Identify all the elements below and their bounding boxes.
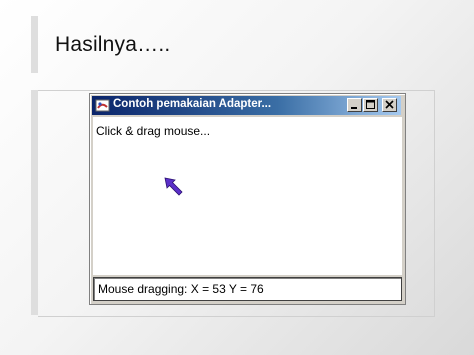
- status-text: Mouse dragging: X = 53 Y = 76: [98, 282, 264, 296]
- status-bar: Mouse dragging: X = 53 Y = 76: [93, 277, 402, 301]
- title-accent-bar: [31, 16, 38, 73]
- maximize-button[interactable]: [363, 98, 378, 112]
- content-accent-bar: [31, 90, 38, 315]
- app-window: Contoh pemakaian Adapter... Click & drag…: [89, 93, 406, 305]
- maximize-icon: [366, 100, 375, 109]
- close-button[interactable]: [382, 98, 397, 112]
- window-title: Contoh pemakaian Adapter...: [113, 98, 272, 110]
- drawing-canvas[interactable]: Click & drag mouse...: [93, 117, 402, 275]
- close-icon: [385, 100, 394, 109]
- arrow-cursor-icon: [164, 177, 183, 196]
- instruction-label: Click & drag mouse...: [96, 124, 211, 138]
- minimize-button[interactable]: [347, 98, 362, 112]
- window-titlebar[interactable]: Contoh pemakaian Adapter...: [92, 96, 401, 115]
- java-app-icon[interactable]: [95, 98, 110, 113]
- minimize-icon: [351, 107, 357, 109]
- slide-title: Hasilnya…..: [55, 33, 171, 56]
